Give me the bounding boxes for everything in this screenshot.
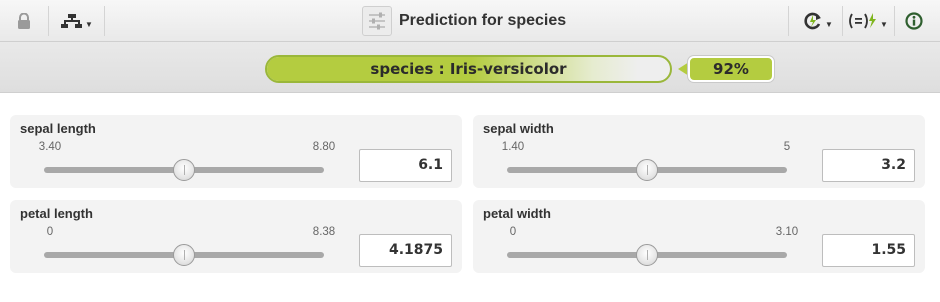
field-name: sepal width	[483, 121, 554, 136]
toolbar-divider	[842, 6, 843, 36]
chevron-down-icon: ▼	[85, 19, 93, 29]
field-min-label: 1.40	[501, 141, 525, 153]
toolbar-divider	[48, 6, 49, 36]
field-name: petal width	[483, 206, 551, 221]
field-max-label: 3.10	[775, 226, 799, 238]
reload-icon	[804, 12, 822, 30]
field-slider-thumb[interactable]	[172, 244, 195, 266]
toolbar-divider	[894, 6, 895, 36]
field-max-label: 8.80	[312, 141, 336, 153]
field-value-input[interactable]: 6.1	[359, 149, 452, 182]
toolbar: ▼ Prediction for species ▼ ▼	[0, 0, 940, 42]
reload-menu-button[interactable]: ▼	[798, 0, 838, 42]
prediction-bar: species : Iris-versicolor	[265, 55, 672, 83]
info-icon	[905, 12, 923, 30]
field-slider-thumb[interactable]	[636, 244, 658, 266]
field-min-label: 3.40	[38, 141, 62, 153]
lock-icon	[18, 13, 30, 29]
field-slider-track[interactable]	[507, 159, 787, 181]
field-panel-petal-length: petal length 0 8.38 4.1875	[10, 200, 462, 273]
field-max-label: 8.38	[312, 226, 336, 238]
field-panel-petal-width: petal width 0 3.10 1.55	[473, 200, 925, 273]
tree-menu-button[interactable]: ▼	[56, 0, 98, 42]
confidence-badge: 92%	[688, 56, 774, 82]
toolbar-divider	[788, 6, 789, 36]
field-min-label: 0	[46, 226, 54, 238]
field-slider-track[interactable]	[44, 159, 324, 181]
field-slider-thumb[interactable]	[173, 159, 195, 181]
info-button[interactable]	[898, 0, 930, 42]
field-panel-sepal-length: sepal length 3.40 8.80 6.1	[10, 115, 462, 188]
chevron-down-icon: ▼	[825, 19, 833, 29]
field-slider-thumb[interactable]	[636, 159, 658, 181]
prediction-label: species : Iris-versicolor	[370, 60, 567, 78]
field-min-label: 0	[509, 226, 517, 238]
toolbar-divider	[104, 6, 105, 36]
field-panel-sepal-width: sepal width 1.40 5 3.2	[473, 115, 925, 188]
field-name: sepal length	[20, 121, 96, 136]
formula-icon	[849, 13, 877, 29]
lock-button[interactable]	[8, 0, 40, 42]
field-value-input[interactable]: 3.2	[822, 149, 915, 182]
page-title: Prediction for species	[399, 12, 567, 29]
field-name: petal length	[20, 206, 93, 221]
field-slider-track[interactable]	[507, 244, 787, 266]
model-settings-icon	[362, 6, 392, 36]
field-max-label: 5	[783, 141, 791, 153]
formula-menu-button[interactable]: ▼	[846, 0, 890, 42]
field-value-input[interactable]: 1.55	[822, 234, 915, 267]
field-slider-track[interactable]	[44, 244, 324, 266]
field-value-input[interactable]: 4.1875	[359, 234, 452, 267]
tree-model-icon	[61, 14, 83, 28]
prediction-band: species : Iris-versicolor 92%	[0, 42, 940, 93]
page-title-group: Prediction for species	[362, 6, 566, 36]
chevron-down-icon: ▼	[880, 19, 888, 29]
